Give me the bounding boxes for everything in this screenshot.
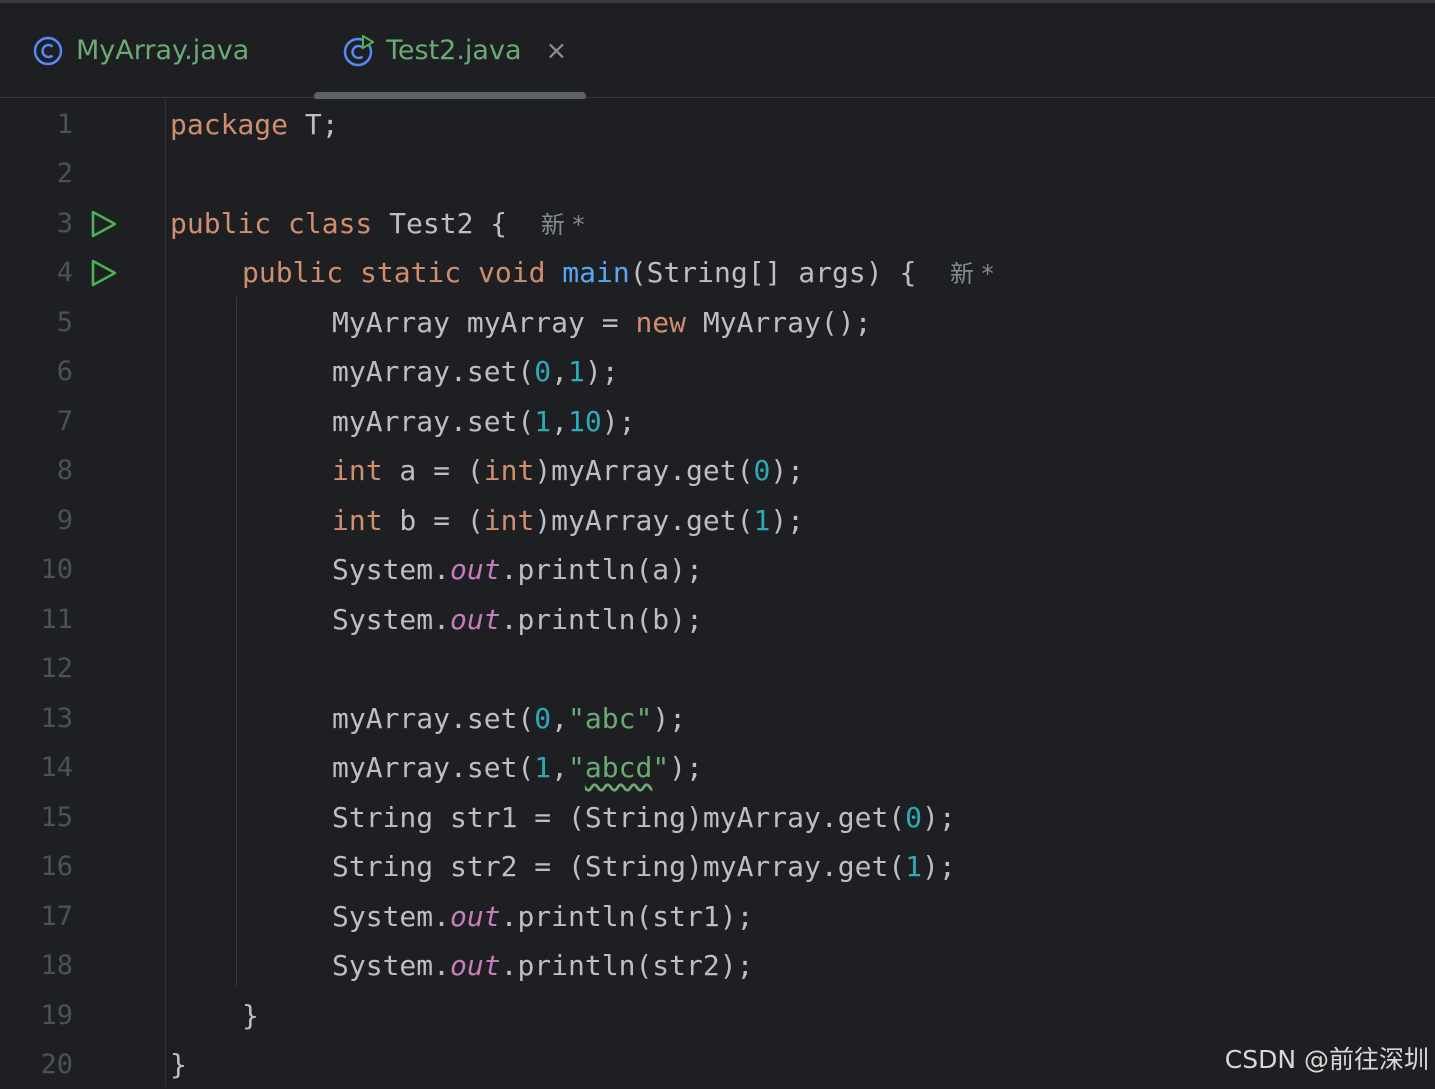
- code-line: 14 myArray.set(1,"abcd");: [0, 743, 1435, 792]
- line-number: 8: [56, 455, 73, 486]
- tab-label: Test2.java: [386, 35, 522, 66]
- code-text: String str1 = (String)myArray.get(0);: [332, 801, 956, 834]
- code-line: 5 MyArray myArray = new MyArray();: [0, 298, 1435, 347]
- code-line: 16 String str2 = (String)myArray.get(1);: [0, 842, 1435, 891]
- code-text: public class Test2 { 新 *: [170, 207, 585, 240]
- line-number: 11: [40, 604, 73, 635]
- run-icon[interactable]: [88, 258, 118, 288]
- code-text: myArray.set(1,10);: [332, 405, 636, 438]
- code-text: String str2 = (String)myArray.get(1);: [332, 850, 956, 883]
- code-line: 7 myArray.set(1,10);: [0, 397, 1435, 446]
- code-line: 8 int a = (int)myArray.get(0);: [0, 446, 1435, 495]
- line-number: 1: [56, 109, 73, 140]
- code-line: 13 myArray.set(0,"abc");: [0, 694, 1435, 743]
- typo-highlight: abcd: [584, 751, 653, 784]
- code-text: int a = (int)myArray.get(0);: [332, 454, 805, 487]
- line-number: 15: [40, 802, 73, 833]
- inlay-hint: 新 *: [540, 211, 585, 239]
- code-editor[interactable]: 1 package T; 2 3 public class Test2 { 新 …: [0, 99, 1435, 1086]
- code-text: myArray.set(0,"abc");: [332, 702, 687, 735]
- line-number: 10: [40, 554, 73, 585]
- line-number: 13: [40, 703, 73, 734]
- code-line: 2: [0, 149, 1435, 198]
- code-line: 18 System.out.println(str2);: [0, 941, 1435, 990]
- code-line: 11 System.out.println(b);: [0, 595, 1435, 644]
- code-line: 20 }: [0, 1040, 1435, 1089]
- runnable-class-icon: [343, 34, 374, 66]
- code-text: System.out.println(str1);: [332, 900, 754, 933]
- line-number: 17: [40, 901, 73, 932]
- editor-tab-bar: MyArray.java Test2.java ×: [0, 0, 1435, 100]
- watermark: CSDN @前往深圳: [1224, 1045, 1429, 1074]
- line-number: 20: [40, 1049, 73, 1080]
- code-text: System.out.println(b);: [332, 603, 703, 636]
- line-number: 12: [40, 653, 73, 684]
- code-line: 10 System.out.println(a);: [0, 545, 1435, 594]
- line-number: 16: [40, 851, 73, 882]
- inlay-hint: 新 *: [950, 260, 994, 288]
- code-line: 19 }: [0, 991, 1435, 1040]
- line-number: 3: [56, 208, 73, 239]
- code-line: 12: [0, 644, 1435, 693]
- code-text: MyArray myArray = new MyArray();: [332, 306, 872, 339]
- line-number: 2: [56, 158, 73, 189]
- code-line: 9 int b = (int)myArray.get(1);: [0, 496, 1435, 545]
- line-number: 5: [56, 307, 73, 338]
- code-text: myArray.set(1,"abcd");: [332, 751, 703, 784]
- tab-myarray-java[interactable]: MyArray.java: [32, 3, 249, 98]
- code-text: }: [170, 1048, 187, 1081]
- tab-test2-java[interactable]: Test2.java ×: [342, 3, 567, 98]
- code-line: 4 public static void main(String[] args)…: [0, 248, 1435, 297]
- code-line: 3 public class Test2 { 新 *: [0, 199, 1435, 248]
- code-text: public static void main(String[] args) {…: [242, 256, 994, 289]
- code-line: 1 package T;: [0, 100, 1435, 149]
- tab-label: MyArray.java: [76, 35, 250, 66]
- close-icon[interactable]: ×: [546, 36, 568, 66]
- code-text: int b = (int)myArray.get(1);: [332, 504, 805, 537]
- code-line: 6 myArray.set(0,1);: [0, 347, 1435, 396]
- code-text: myArray.set(0,1);: [332, 355, 619, 388]
- line-number: 4: [56, 257, 73, 288]
- code-line: 15 String str1 = (String)myArray.get(0);: [0, 793, 1435, 842]
- code-text: System.out.println(str2);: [332, 949, 754, 982]
- run-icon[interactable]: [88, 209, 118, 239]
- class-icon: [33, 36, 63, 65]
- line-number: 6: [56, 356, 73, 387]
- code-text: }: [242, 999, 259, 1032]
- line-number: 19: [40, 1000, 73, 1031]
- line-number: 18: [40, 950, 73, 981]
- code-line: 17 System.out.println(str1);: [0, 892, 1435, 941]
- code-text: package T;: [170, 108, 339, 141]
- line-number: 9: [56, 505, 73, 536]
- line-number: 7: [56, 406, 73, 437]
- line-number: 14: [40, 752, 73, 783]
- code-text: System.out.println(a);: [332, 553, 703, 586]
